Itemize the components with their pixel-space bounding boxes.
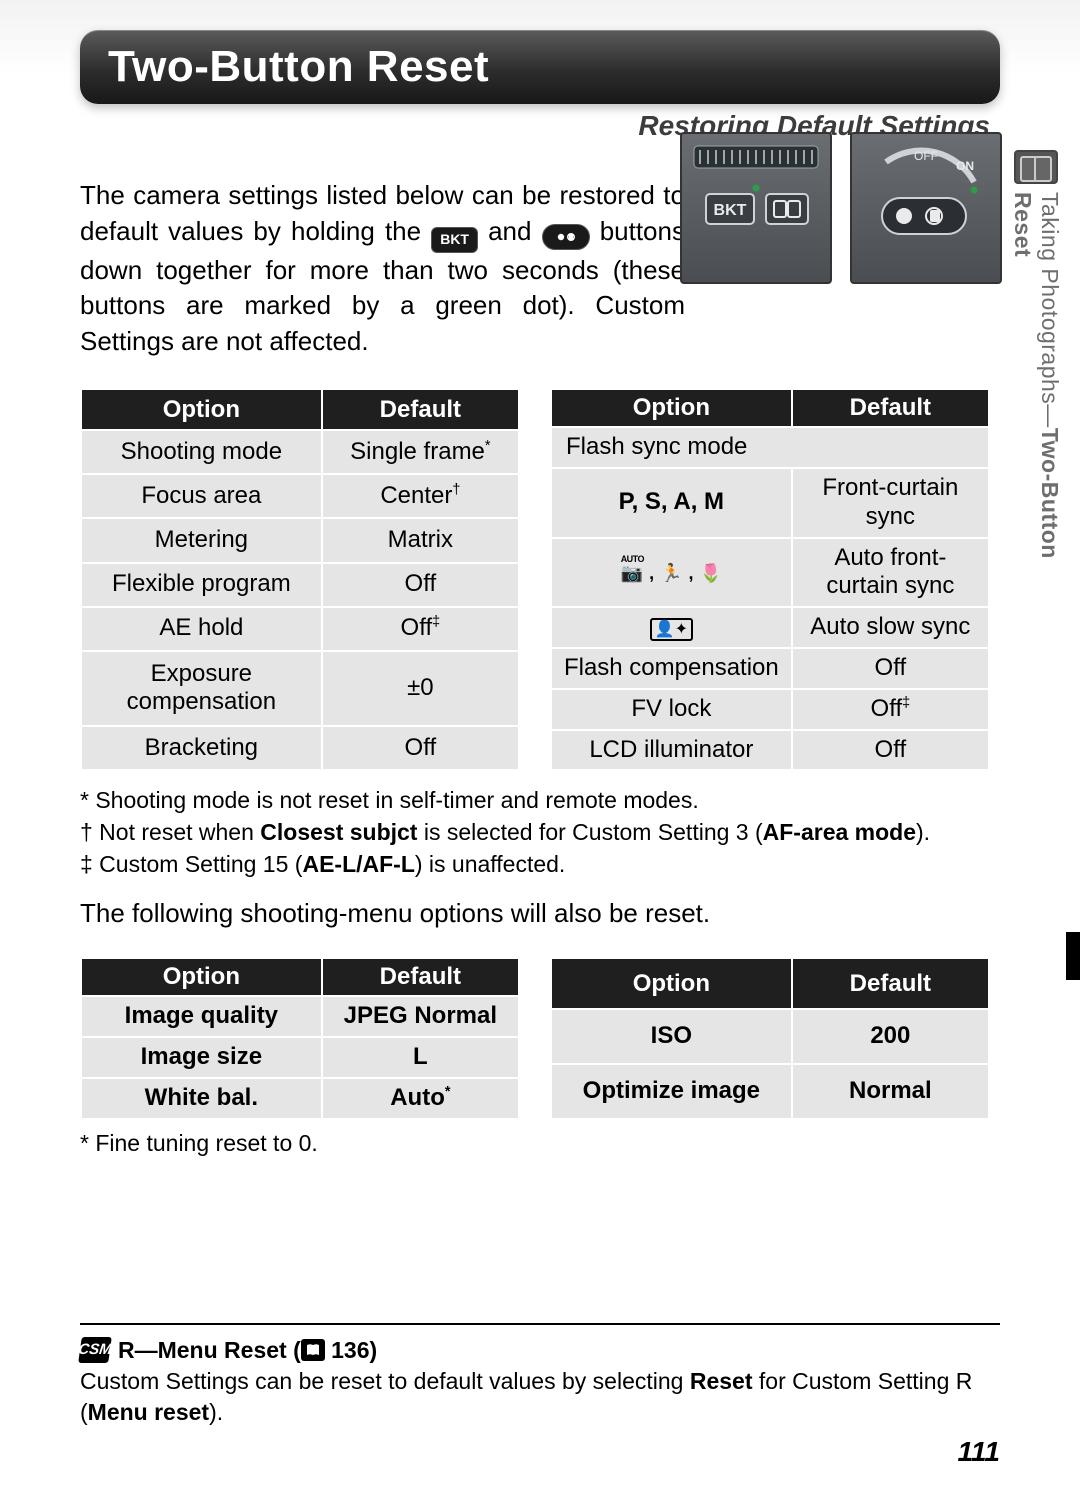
page-number: 111	[957, 1436, 1000, 1468]
table-row: MeteringMatrix	[82, 519, 518, 561]
table-row: Image sizeL	[82, 1038, 518, 1077]
footnotes-lower: * Fine tuning reset to 0.	[80, 1130, 1000, 1157]
svg-text:BKT: BKT	[714, 202, 747, 219]
menu-reset-note: CSM R—Menu Reset ( 136) Custom Settings …	[80, 1323, 1000, 1428]
page-ref-icon	[301, 1339, 325, 1361]
th-option: Option	[552, 959, 791, 1008]
footnote: * Fine tuning reset to 0.	[80, 1130, 1000, 1157]
th-default: Default	[793, 959, 988, 1008]
table-row: Image qualityJPEG Normal	[82, 997, 518, 1036]
table-row: BracketingOff	[82, 727, 518, 769]
camera-bkt-illustration: BKT	[680, 132, 832, 284]
table-row: AUTO📷, 🏃, 🌷 Auto front-curtain sync	[552, 539, 988, 607]
table-row: LCD illuminatorOff	[552, 731, 988, 770]
section-side-prefix: Taking Photographs—	[1037, 192, 1063, 428]
section-side-label: Taking Photographs—Two-Button Reset	[1009, 192, 1063, 630]
camera-power-illustration: OFF ON	[850, 132, 1002, 284]
footnote: ‡ Custom Setting 15 (AE-L/AF-L) is unaff…	[80, 849, 1000, 880]
midtext: The following shooting-menu options will…	[80, 898, 1000, 929]
table-row: AE holdOff‡	[82, 608, 518, 650]
footnotes-upper: * Shooting mode is not reset in self-tim…	[80, 785, 1000, 880]
table-row: Exposure compensation±0	[82, 652, 518, 725]
section-side-tab: Taking Photographs—Two-Button Reset	[1006, 150, 1066, 630]
th-option: Option	[82, 959, 321, 995]
table-row: FV lockOff‡	[552, 690, 988, 729]
table-row: Flexible programOff	[82, 564, 518, 606]
th-default: Default	[793, 390, 988, 426]
scene-mode-icons: AUTO📷, 🏃, 🌷	[621, 563, 722, 585]
svg-text:OFF: OFF	[914, 149, 938, 163]
page-title: Two-Button Reset	[108, 42, 489, 92]
th-default: Default	[323, 390, 518, 429]
csm-badge-icon: CSM	[78, 1337, 112, 1363]
table-row: Flash compensationOff	[552, 649, 988, 688]
th-option: Option	[82, 390, 321, 429]
footnote: † Not reset when Closest subjct is selec…	[80, 817, 1000, 848]
flash-sync-subheader: Flash sync mode	[552, 428, 988, 467]
intro-paragraph: The camera settings listed below can be …	[80, 178, 685, 360]
page-thumb-tab	[1066, 932, 1080, 980]
night-portrait-icon: 👤✦	[650, 618, 693, 641]
svg-text:ON: ON	[956, 159, 974, 173]
table-row: 👤✦Auto slow sync	[552, 608, 988, 647]
footnote: * Shooting mode is not reset in self-tim…	[80, 785, 1000, 816]
table-row: Focus areaCenter†	[82, 475, 518, 517]
info-button-icon	[542, 224, 590, 250]
table-row: White bal.Auto*	[82, 1079, 518, 1118]
th-default: Default	[323, 959, 518, 995]
camera-thumbnails: BKT OFF ON	[680, 132, 1002, 284]
defaults-table-left: Option Default Shooting modeSingle frame…	[80, 388, 520, 771]
shooting-menu-table-right: Option Default ISO200Optimize imageNorma…	[550, 957, 990, 1119]
shooting-menu-table-left: Option Default Image qualityJPEG NormalI…	[80, 957, 520, 1119]
table-row: Optimize imageNormal	[552, 1065, 988, 1118]
table-row: ISO200	[552, 1010, 988, 1063]
title-bar: Two-Button Reset	[80, 30, 1000, 104]
camera-cards-icon	[1014, 150, 1058, 184]
table-row: Shooting modeSingle frame*	[82, 431, 518, 473]
table-row: P, S, A, MFront-curtain sync	[552, 469, 988, 537]
note-body: Custom Settings can be reset to default …	[80, 1366, 1000, 1428]
title-block: Two-Button Reset Restoring Default Setti…	[80, 30, 1000, 142]
th-option: Option	[552, 390, 791, 426]
bkt-button-icon: BKT	[431, 227, 478, 253]
defaults-table-right: Option Default Flash sync mode P, S, A, …	[550, 388, 990, 771]
